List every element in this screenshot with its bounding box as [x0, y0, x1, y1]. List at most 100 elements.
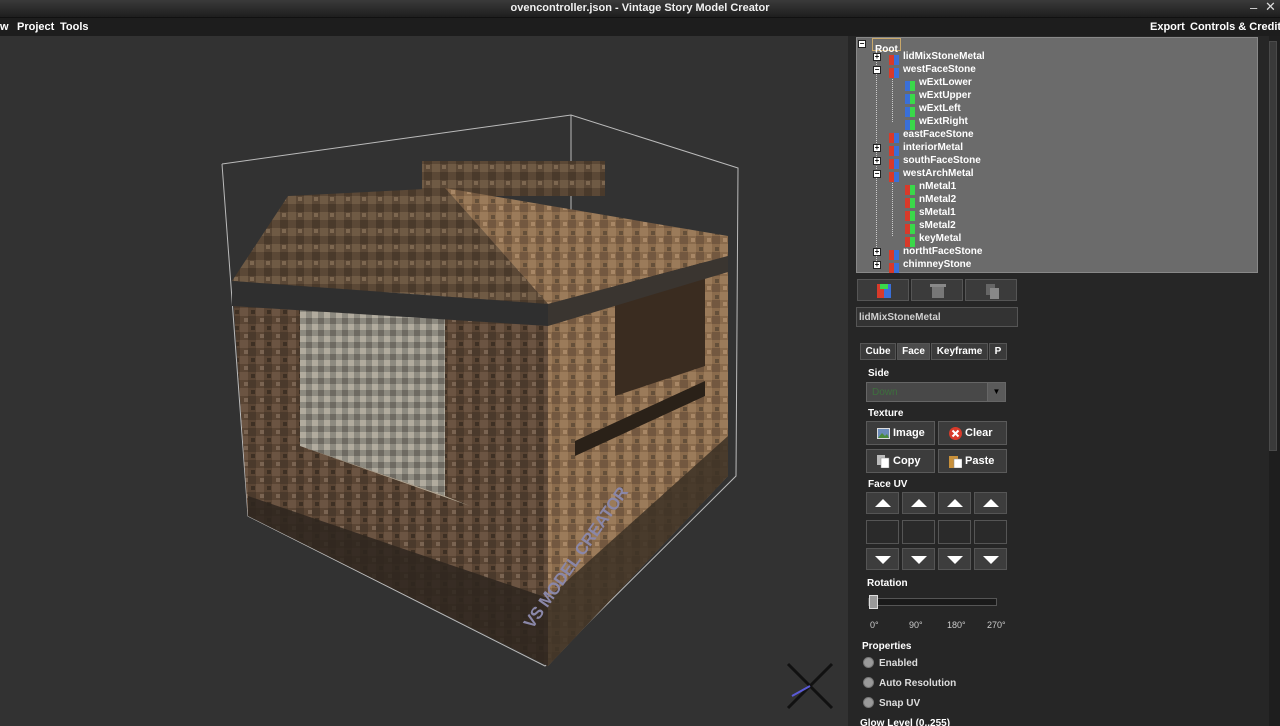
- uv-up-button[interactable]: [938, 492, 971, 514]
- tree-node-label: eastFaceStone: [903, 129, 974, 140]
- model-viewport[interactable]: VS MODEL CREATOR: [0, 36, 848, 726]
- tree-node-label: westArchMetal: [903, 168, 974, 179]
- side-value: Down: [872, 387, 898, 398]
- enabled-label: Enabled: [879, 658, 918, 669]
- chevron-down-icon: ▼: [987, 383, 1005, 401]
- add-cube-button[interactable]: [857, 279, 909, 301]
- cube-icon: [889, 156, 899, 169]
- rotation-slider-track[interactable]: [868, 598, 997, 606]
- menu-view[interactable]: w: [0, 21, 9, 33]
- menu-export[interactable]: Export: [1150, 21, 1185, 33]
- arrow-up-icon: [947, 499, 963, 507]
- uv-up-button[interactable]: [974, 492, 1007, 514]
- model-render: [221, 114, 834, 710]
- cube-icon: [889, 52, 899, 65]
- cube-icon: [905, 195, 915, 208]
- tab-cube[interactable]: Cube: [860, 343, 896, 360]
- arrow-down-icon: [911, 556, 927, 564]
- texture-label: Texture: [868, 408, 904, 419]
- tab-face[interactable]: Face: [897, 343, 930, 360]
- collapse-icon[interactable]: −: [873, 170, 881, 178]
- copy-button[interactable]: Copy: [866, 449, 935, 473]
- cube-icon: [905, 208, 915, 221]
- tree-node-label: southFaceStone: [903, 155, 981, 166]
- tree-node-label: lidMixStoneMetal: [903, 51, 985, 62]
- menu-tools[interactable]: Tools: [60, 21, 89, 33]
- cube-icon: [889, 65, 899, 78]
- rotation-slider-thumb[interactable]: [869, 595, 878, 609]
- duplicate-button[interactable]: [965, 279, 1017, 301]
- expand-icon[interactable]: +: [873, 261, 881, 269]
- panel-scrollbar[interactable]: [1269, 36, 1280, 726]
- uv-value-field[interactable]: [974, 520, 1007, 544]
- tree-node-label: wExtLower: [919, 77, 972, 88]
- uv-down-button[interactable]: [902, 548, 935, 570]
- properties-panel: − Root + lidMixStoneMetal − westFaceSton…: [848, 36, 1280, 726]
- expand-icon[interactable]: +: [873, 53, 881, 61]
- element-tree[interactable]: − Root + lidMixStoneMetal − westFaceSton…: [856, 37, 1258, 273]
- cube-icon: [905, 91, 915, 104]
- clear-button[interactable]: Clear: [938, 421, 1007, 445]
- clear-icon: [949, 427, 962, 440]
- uv-value-field[interactable]: [902, 520, 935, 544]
- tree-node-label: sMetal2: [919, 220, 956, 231]
- uv-value-field[interactable]: [866, 520, 899, 544]
- paste-button[interactable]: Paste: [938, 449, 1007, 473]
- cube-icon: [905, 78, 915, 91]
- side-select[interactable]: Down ▼: [866, 382, 1006, 402]
- tree-line: [892, 74, 893, 122]
- cube-icon: [905, 117, 915, 130]
- expand-icon[interactable]: +: [873, 248, 881, 256]
- tab-p[interactable]: P: [989, 343, 1007, 360]
- tree-node-label: nMetal1: [919, 181, 957, 192]
- tree-node-label: keyMetal: [919, 233, 962, 244]
- arrow-down-icon: [983, 556, 999, 564]
- arrow-up-icon: [983, 499, 999, 507]
- menu-bar: w Project Tools Export Controls & Credit…: [0, 18, 1280, 36]
- tree-node-label: northtFaceStone: [903, 246, 983, 257]
- rotation-tick: 180°: [947, 620, 966, 630]
- collapse-icon[interactable]: −: [858, 40, 866, 48]
- snap-uv-label: Snap UV: [879, 698, 921, 709]
- tree-node-label: wExtRight: [919, 116, 968, 127]
- uv-value-field[interactable]: [938, 520, 971, 544]
- tree-line: [876, 49, 877, 261]
- cube-icon: [905, 182, 915, 195]
- expand-icon[interactable]: +: [873, 157, 881, 165]
- menu-project[interactable]: Project: [17, 21, 54, 33]
- delete-button[interactable]: [911, 279, 963, 301]
- cube-icon: [889, 260, 899, 273]
- copy-icon: [877, 455, 890, 468]
- side-label: Side: [868, 368, 890, 379]
- auto-resolution-label: Auto Resolution: [879, 678, 957, 689]
- tab-keyframe[interactable]: Keyframe: [931, 343, 988, 360]
- uv-down-button[interactable]: [866, 548, 899, 570]
- uv-up-button[interactable]: [866, 492, 899, 514]
- arrow-up-icon: [911, 499, 927, 507]
- element-name-field[interactable]: lidMixStoneMetal: [856, 307, 1018, 327]
- image-button[interactable]: Image: [866, 421, 935, 445]
- auto-resolution-checkbox[interactable]: [863, 677, 874, 688]
- minimize-button[interactable]: –: [1250, 0, 1257, 15]
- rotation-tick: 0°: [870, 620, 879, 630]
- window-title: ovencontroller.json - Vintage Story Mode…: [510, 2, 770, 14]
- snap-uv-checkbox[interactable]: [863, 697, 874, 708]
- collapse-icon[interactable]: −: [873, 66, 881, 74]
- uv-down-button[interactable]: [974, 548, 1007, 570]
- tree-node-label: chimneyStone: [903, 259, 972, 270]
- close-button[interactable]: ✕: [1265, 0, 1276, 15]
- uv-down-button[interactable]: [938, 548, 971, 570]
- properties-label: Properties: [862, 641, 912, 652]
- cube-icon: [905, 104, 915, 117]
- uv-up-button[interactable]: [902, 492, 935, 514]
- menu-controls-credits[interactable]: Controls & Credits: [1190, 21, 1280, 33]
- expand-icon[interactable]: +: [873, 144, 881, 152]
- tree-node-label: nMetal2: [919, 194, 957, 205]
- title-bar: ovencontroller.json - Vintage Story Mode…: [0, 0, 1280, 18]
- enabled-checkbox[interactable]: [863, 657, 874, 668]
- tree-node-label: westFaceStone: [903, 64, 976, 75]
- scrollbar-thumb[interactable]: [1269, 41, 1277, 451]
- tree-node-label: sMetal1: [919, 207, 956, 218]
- trash-icon: [930, 284, 946, 298]
- tree-node-label: wExtUpper: [919, 90, 972, 101]
